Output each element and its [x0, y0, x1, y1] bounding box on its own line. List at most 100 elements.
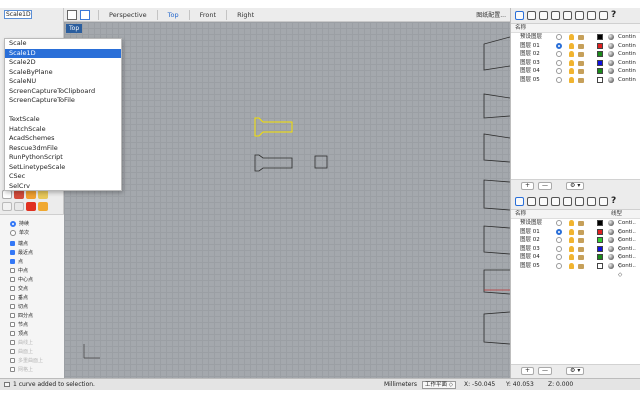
osnap-perp[interactable]: 垂点 [10, 293, 28, 302]
properties-icon[interactable] [527, 197, 536, 206]
osnap-center[interactable]: 中心点 [10, 275, 33, 284]
units-label[interactable]: Millimeters [384, 379, 417, 390]
layer-row[interactable]: 图层 02 Conti.. ◇ [511, 236, 640, 252]
current-layer-radio[interactable] [556, 262, 562, 269]
lock-icon[interactable] [578, 43, 584, 49]
add-layer-button[interactable]: + [521, 366, 535, 375]
osnap-mid[interactable]: 中点 [10, 266, 28, 275]
command-history-icon[interactable] [4, 382, 10, 387]
four-view-layout-icon[interactable] [67, 9, 77, 20]
document-icon[interactable] [539, 197, 548, 206]
bulb-icon[interactable] [569, 59, 574, 66]
tool-icon[interactable] [26, 190, 36, 199]
block-icon[interactable] [587, 11, 596, 20]
lock-icon[interactable] [578, 246, 584, 252]
bulb-icon[interactable] [569, 68, 574, 75]
document-icon[interactable] [539, 11, 548, 20]
autocomplete-item[interactable]: AcadSchemes [5, 134, 121, 144]
current-layer-radio[interactable] [556, 245, 562, 252]
tab-right[interactable]: Right [226, 9, 264, 20]
material-icon[interactable] [608, 42, 614, 49]
lock-icon[interactable] [578, 229, 584, 235]
autocomplete-item[interactable]: ScreenCaptureToFile [5, 96, 121, 106]
current-layer-radio[interactable] [556, 68, 562, 75]
autocomplete-item-selected[interactable]: Scale1D [5, 48, 121, 58]
autocomplete-item[interactable]: HatchScale [5, 125, 121, 135]
osnap-point[interactable]: 点 [10, 257, 23, 266]
lock-icon[interactable] [578, 263, 584, 269]
layer-linetype[interactable]: Contin [618, 67, 636, 76]
layer-row[interactable]: 图层 01 Contin [511, 42, 640, 51]
layer-linetype[interactable]: Contin [618, 42, 636, 51]
top-viewport[interactable]: Top [64, 22, 510, 378]
osnap-knot[interactable]: 节点 [10, 320, 28, 329]
material-icon[interactable] [608, 220, 614, 226]
layer-row[interactable]: 图层 01 Conti.. ◇ [511, 228, 640, 243]
current-layer-radio[interactable] [556, 237, 562, 244]
material-icon[interactable] [608, 237, 614, 244]
tool-icon[interactable] [38, 190, 48, 199]
current-layer-radio[interactable] [556, 76, 562, 83]
layer-row[interactable]: 预设图层 Contin [511, 33, 640, 42]
material-icon[interactable] [608, 59, 614, 66]
tab-top[interactable]: Top [156, 9, 189, 20]
bulb-icon[interactable] [569, 51, 574, 58]
osnap-tan[interactable]: 切点 [10, 302, 28, 311]
layer-row[interactable]: 图层 04 Contin [511, 67, 640, 76]
current-layer-radio[interactable] [556, 228, 562, 235]
camera-icon[interactable] [563, 11, 572, 20]
bulb-icon[interactable] [569, 42, 574, 49]
osnap-end[interactable]: 端点 [10, 239, 28, 248]
autocomplete-item[interactable]: CSec [5, 172, 121, 182]
layer-color-swatch[interactable] [597, 262, 603, 269]
tool-icon[interactable] [38, 202, 48, 211]
block-icon[interactable] [587, 197, 596, 206]
lock-icon[interactable] [578, 35, 584, 40]
tool-icon[interactable] [14, 202, 24, 211]
autocomplete-item[interactable]: Rescue3dmFile [5, 144, 121, 154]
lock-icon[interactable] [578, 221, 584, 226]
osnap-onmesh[interactable]: 网格上 [10, 365, 33, 374]
osnap-quad[interactable]: 四分点 [10, 311, 33, 320]
layer-linetype[interactable]: Contin [618, 50, 636, 59]
layer-color-swatch[interactable] [597, 245, 603, 252]
remove-layer-button[interactable]: — [538, 181, 553, 190]
lock-icon[interactable] [578, 77, 584, 83]
autocomplete-item[interactable]: Scale [5, 39, 121, 49]
osnap-near[interactable]: 最近点 [10, 248, 33, 257]
layer-row[interactable]: 图层 04 Conti.. ◇ [511, 253, 640, 269]
tool-icon[interactable] [2, 190, 12, 199]
bulb-icon[interactable] [569, 76, 574, 83]
autocomplete-item[interactable]: Scale2D [5, 58, 121, 68]
layer-color-swatch[interactable] [597, 59, 603, 66]
lock-icon[interactable] [578, 238, 584, 244]
notes-icon[interactable] [575, 11, 584, 20]
layer-linetype[interactable]: Conti.. ◇ [618, 262, 640, 279]
single-view-layout-icon[interactable] [80, 9, 90, 20]
layer-color-swatch[interactable] [597, 42, 603, 49]
layer-color-swatch[interactable] [597, 237, 603, 244]
layer-linetype[interactable]: Contin [618, 33, 636, 42]
layer-color-swatch[interactable] [597, 68, 603, 75]
tool-icon[interactable] [26, 202, 36, 211]
cplane-select[interactable]: 工作平面 ◇ [422, 381, 456, 389]
layer-row[interactable]: 图层 03 Contin [511, 59, 640, 68]
bulb-icon[interactable] [569, 228, 574, 235]
layer-color-swatch[interactable] [597, 228, 603, 235]
layer-options-button[interactable]: ⚙ ▾ [566, 181, 585, 190]
layer-color-swatch[interactable] [597, 220, 603, 226]
remove-layer-button[interactable]: — [538, 366, 553, 375]
osnap-oncrv[interactable]: 曲线上 [10, 338, 33, 347]
bulb-icon[interactable] [569, 220, 574, 226]
layer-color-swatch[interactable] [597, 34, 603, 40]
material-icon[interactable] [608, 262, 614, 269]
layer-row[interactable]: 预设图层 Conti.. ◇ [511, 219, 640, 235]
bulb-icon[interactable] [569, 262, 574, 269]
bulb-icon[interactable] [569, 245, 574, 252]
material-icon[interactable] [608, 68, 614, 75]
layer-color-swatch[interactable] [597, 76, 603, 83]
current-layer-radio[interactable] [556, 34, 562, 40]
tool-icon[interactable] [14, 190, 24, 199]
lock-icon[interactable] [578, 255, 584, 261]
layer-row[interactable]: 图层 03 Conti.. ◇ [511, 245, 640, 260]
